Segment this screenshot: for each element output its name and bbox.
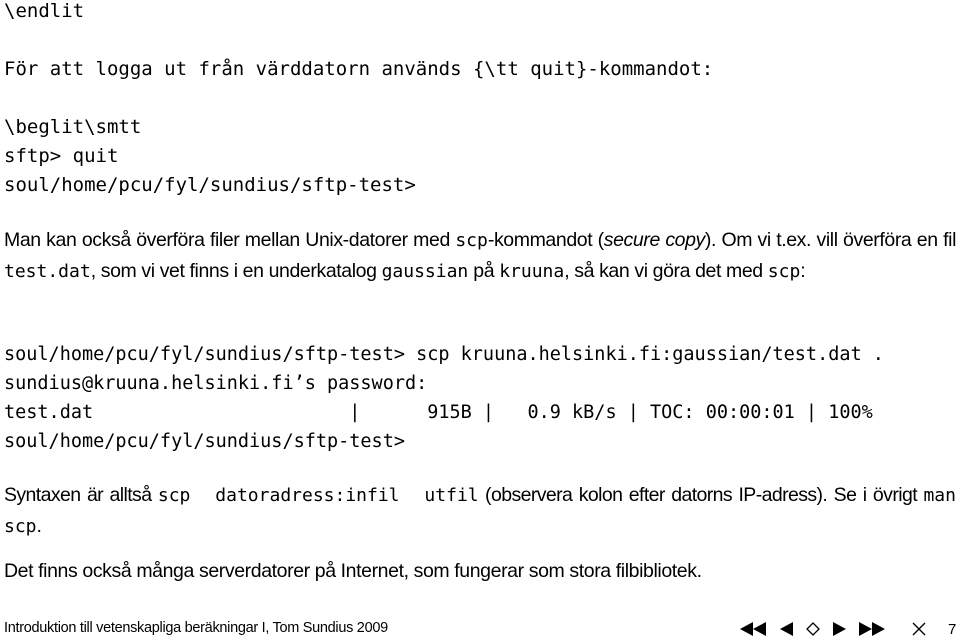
- scp-code-filename: test.dat: [4, 261, 91, 282]
- previous-page-icon[interactable]: [779, 622, 794, 636]
- literal-beglit: \beglit\smtt: [4, 116, 142, 138]
- scp-text-7: :: [800, 260, 806, 282]
- scp-text-2: -kommandot (: [487, 229, 604, 251]
- scp-code-1: scp: [455, 230, 488, 251]
- page-number: 7: [947, 620, 956, 638]
- syntax-text-1: Syntaxen är alltså: [4, 484, 158, 506]
- scp-code-command: scp: [767, 261, 801, 282]
- scp-text-3: ). Om vi t.ex. vill överföra en fil: [704, 229, 957, 251]
- scp-code-host: kruuna: [499, 261, 565, 282]
- syntax-paragraph: Syntaxen är alltså scp datoradress:infil…: [4, 480, 956, 542]
- servers-paragraph: Det finns också många serverdatorer på I…: [4, 560, 702, 582]
- close-icon[interactable]: [912, 622, 926, 636]
- scp-code-directory: gaussian: [381, 261, 469, 282]
- sftp-quit-line: sftp> quit: [4, 145, 119, 167]
- scp-text-6: , så kan vi göra det med: [564, 260, 768, 282]
- scp-text-4: , som vi vet finns i en underkatalog: [90, 260, 382, 282]
- footer: Introduktion till vetenskapliga beräknin…: [4, 618, 956, 640]
- scp-text-5: på: [468, 260, 500, 282]
- syntax-text-2: (observera kolon efter datorns IP-adress…: [478, 484, 924, 506]
- syntax-code: scp datoradress:infil utfil: [157, 485, 479, 506]
- terminal-prompt: soul/home/pcu/fyl/sundius/sftp-test>: [4, 431, 405, 452]
- scp-emphasis: secure copy: [603, 229, 706, 251]
- scp-text-1: Man kan också överföra filer mellan Unix…: [4, 229, 456, 251]
- shell-prompt-line: soul/home/pcu/fyl/sundius/sftp-test>: [4, 174, 416, 196]
- footer-title: Introduktion till vetenskapliga beräknin…: [4, 620, 388, 636]
- literal-endlit: \endlit: [4, 0, 85, 22]
- next-page-icon[interactable]: [832, 622, 846, 636]
- first-page-icon[interactable]: [739, 622, 768, 636]
- terminal-scp-command: soul/home/pcu/fyl/sundius/sftp-test> scp…: [4, 344, 884, 365]
- navigation-controls: 7: [728, 618, 956, 640]
- scp-paragraph: Man kan också överföra filer mellan Unix…: [4, 225, 956, 287]
- syntax-text-3: .: [36, 515, 42, 537]
- back-icon[interactable]: [806, 622, 820, 636]
- terminal-transfer-status: test.dat | 915B | 0.9 kB/s | TOC: 00:00:…: [4, 402, 873, 423]
- logout-intro: För att logga ut från värddatorn används…: [4, 58, 714, 80]
- terminal-password-prompt: sundius@kruuna.helsinki.fi’s password:: [4, 373, 428, 394]
- last-page-icon[interactable]: [858, 622, 886, 636]
